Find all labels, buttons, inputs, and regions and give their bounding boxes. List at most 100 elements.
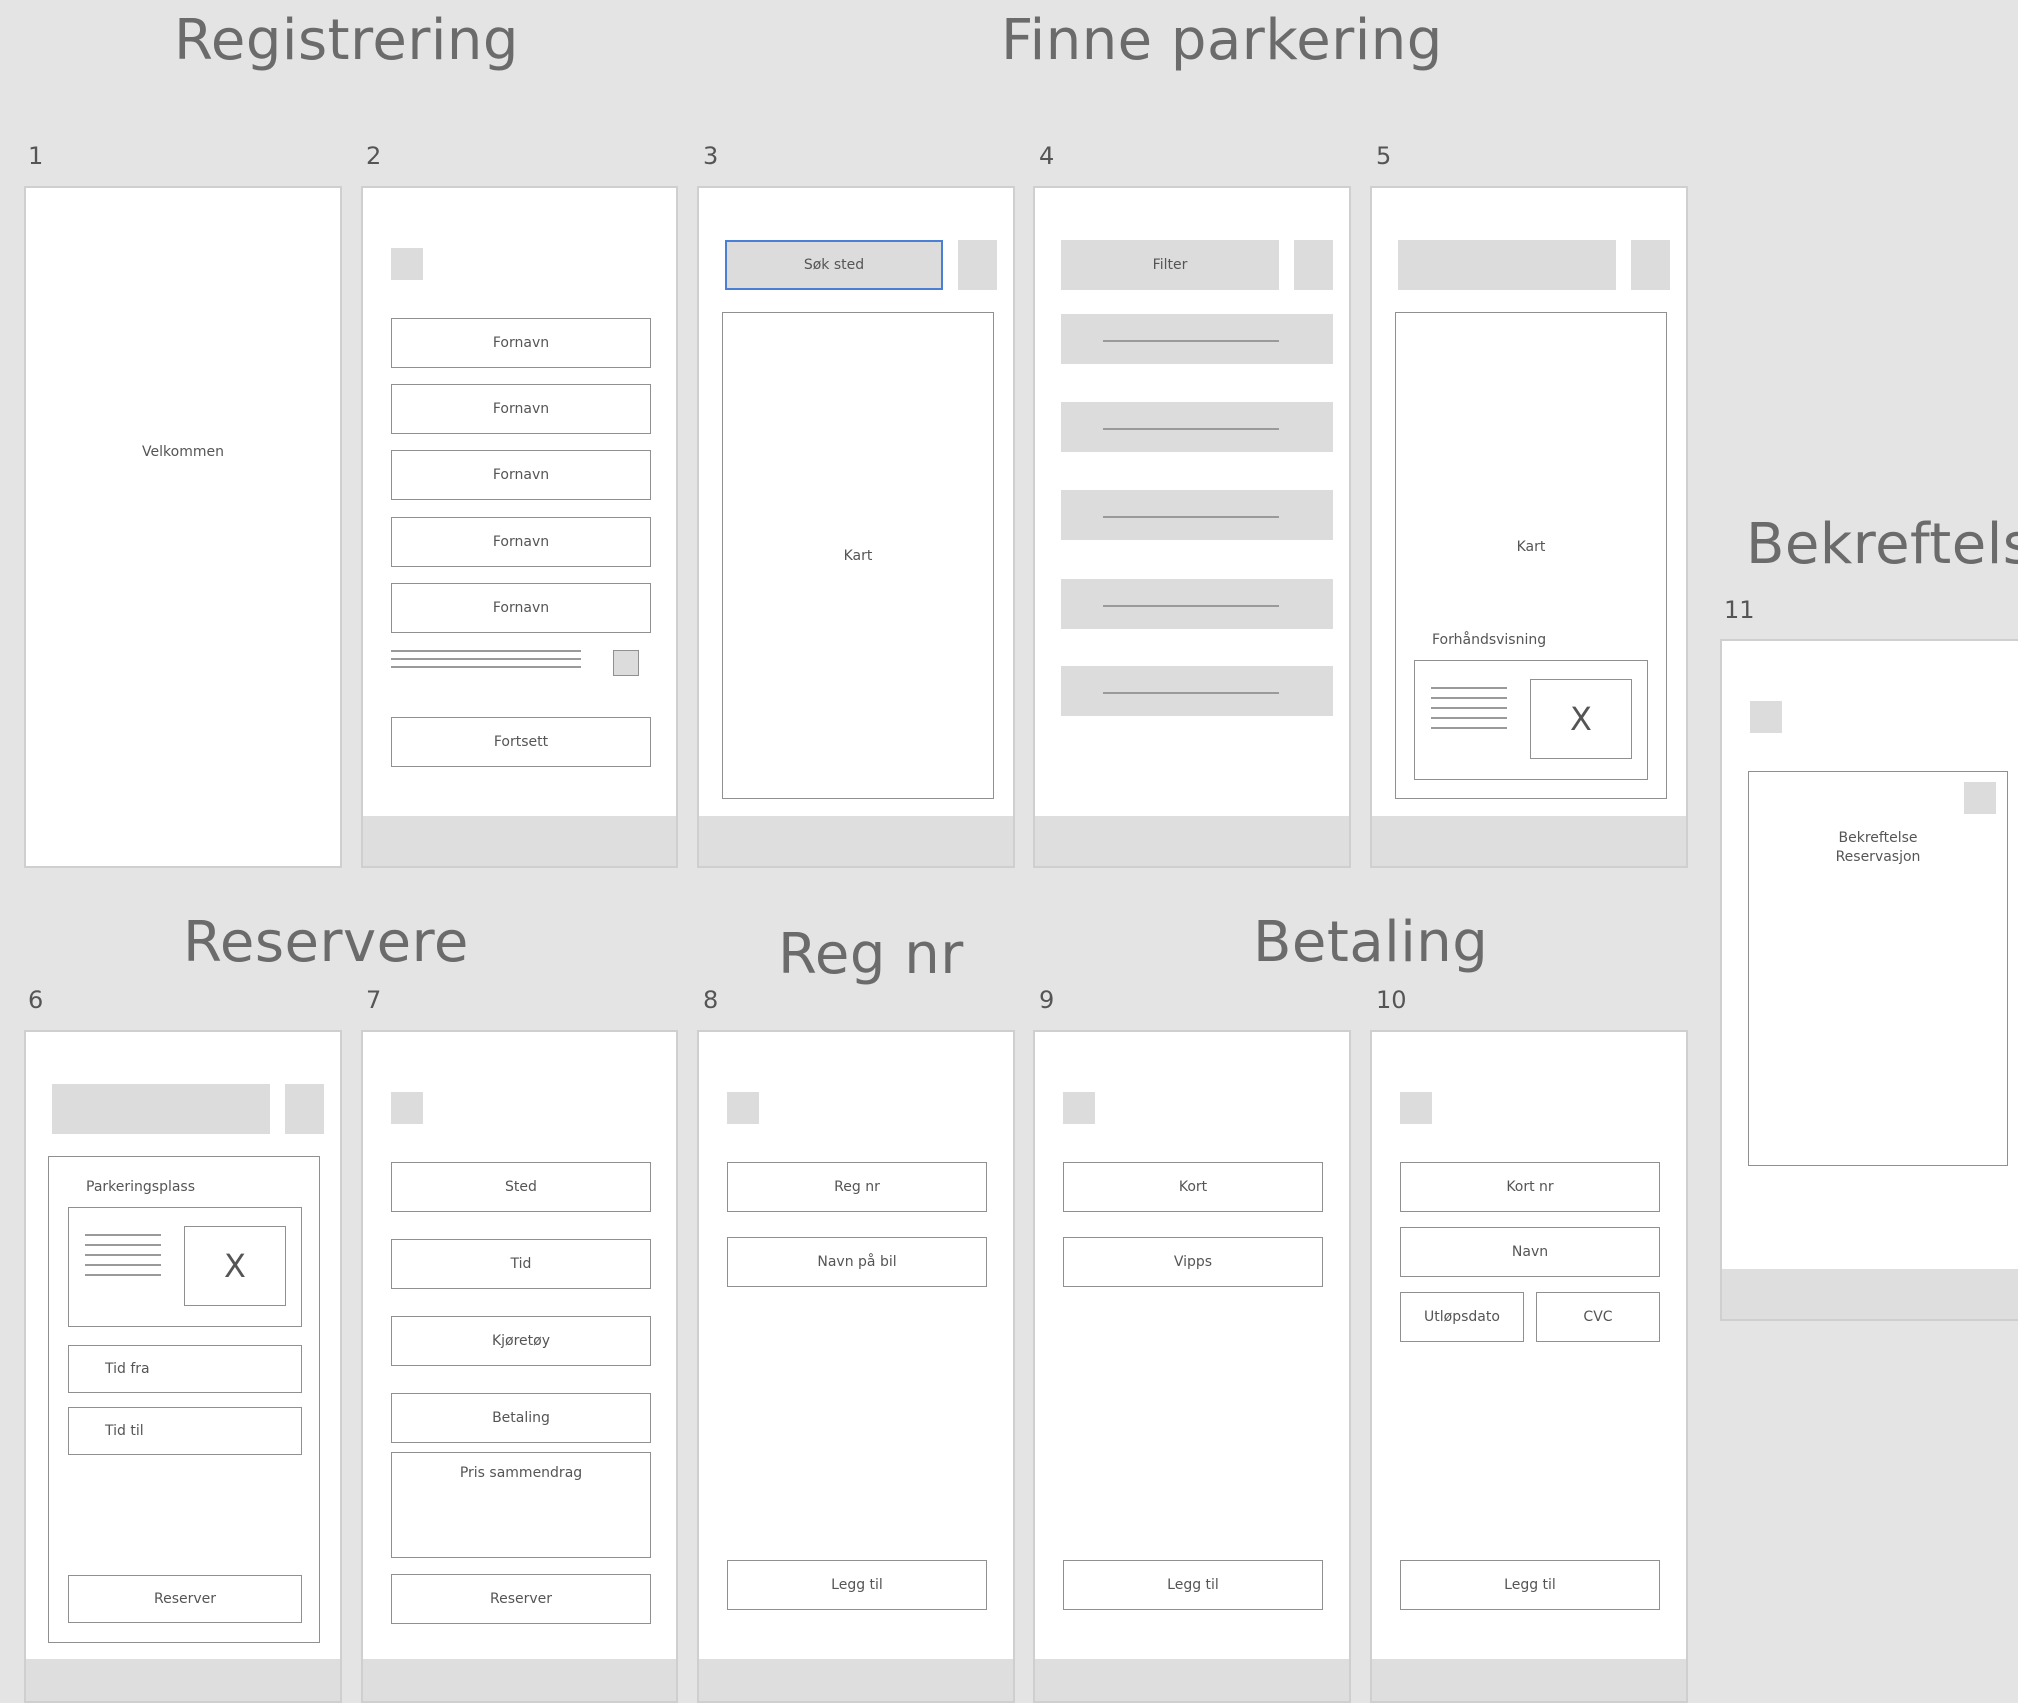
- image-placeholder-icon: X: [1530, 679, 1632, 759]
- expiry-date-field[interactable]: Utløpsdato: [1400, 1292, 1524, 1342]
- section-title-finne-parkering: Finne parkering: [1001, 8, 1443, 73]
- image-placeholder-icon: X: [184, 1226, 286, 1306]
- close-button[interactable]: [1964, 782, 1996, 814]
- frame-4-filter-list: Filter: [1033, 186, 1351, 868]
- back-button[interactable]: [727, 1092, 759, 1124]
- parking-spot-label: Parkeringsplass: [86, 1179, 196, 1195]
- back-button[interactable]: [1400, 1092, 1432, 1124]
- list-item[interactable]: [1061, 666, 1333, 716]
- bottom-bar: [1372, 816, 1686, 866]
- frame-number: 8: [703, 986, 719, 1014]
- map-area[interactable]: Kart Forhåndsvisning X: [1395, 312, 1667, 799]
- frame-number: 7: [366, 986, 382, 1014]
- card-number-field[interactable]: Kort nr: [1400, 1162, 1660, 1212]
- preview-text-line: [1431, 687, 1507, 689]
- spot-preview-card[interactable]: X: [68, 1207, 302, 1327]
- preview-text-line: [1431, 707, 1507, 709]
- logo-placeholder: [391, 248, 423, 280]
- filter-button[interactable]: Filter: [1061, 240, 1279, 290]
- menu-button[interactable]: [958, 240, 997, 290]
- back-button[interactable]: [1750, 701, 1782, 733]
- confirmation-subtitle: Reservasjon: [1835, 849, 1921, 865]
- frame-number: 10: [1376, 986, 1407, 1014]
- reserve-button[interactable]: Reserver: [391, 1574, 651, 1624]
- name-field[interactable]: Navn: [1400, 1227, 1660, 1277]
- map-label: Kart: [1516, 539, 1546, 555]
- search-bar-placeholder[interactable]: [1398, 240, 1616, 290]
- back-button[interactable]: [391, 1092, 423, 1124]
- frame-number: 3: [703, 142, 719, 170]
- time-to-field[interactable]: Tid til: [68, 1407, 302, 1455]
- preview-text-line: [1431, 717, 1507, 719]
- section-title-betaling: Betaling: [1253, 910, 1489, 975]
- search-bar-placeholder[interactable]: [52, 1084, 270, 1134]
- section-title-reservere: Reservere: [183, 910, 469, 975]
- terms-text-line: [391, 650, 581, 652]
- frame-7-reservation-summary: Sted Tid Kjøretøy Betaling Pris sammendr…: [361, 1030, 678, 1703]
- frame-number: 1: [28, 142, 44, 170]
- add-button[interactable]: Legg til: [1063, 1560, 1323, 1610]
- bottom-bar: [1722, 1269, 2018, 1319]
- frame-number: 6: [28, 986, 44, 1014]
- frame-6-reserve-spot: Parkeringsplass X Tid fra Tid til Reserv…: [24, 1030, 342, 1703]
- section-title-bekreftelse: Bekreftelse: [1746, 512, 2018, 577]
- bottom-bar: [26, 1659, 340, 1701]
- add-button[interactable]: Legg til: [727, 1560, 987, 1610]
- bottom-bar: [1035, 816, 1349, 866]
- frame-3-search-map: Søk sted Kart: [697, 186, 1015, 868]
- card-option[interactable]: Kort: [1063, 1162, 1323, 1212]
- time-field[interactable]: Tid: [391, 1239, 651, 1289]
- location-field[interactable]: Sted: [391, 1162, 651, 1212]
- frame-8-registration-number: Reg nr Navn på bil Legg til: [697, 1030, 1015, 1703]
- reg-nr-field[interactable]: Reg nr: [727, 1162, 987, 1212]
- list-item[interactable]: [1061, 314, 1333, 364]
- bottom-bar: [699, 816, 1013, 866]
- preview-text-line: [1431, 697, 1507, 699]
- list-item-line: [1103, 516, 1279, 518]
- first-name-field[interactable]: Fornavn: [391, 450, 651, 500]
- back-button[interactable]: [1063, 1092, 1095, 1124]
- terms-text-line: [391, 666, 581, 668]
- parking-spot-panel: Parkeringsplass X Tid fra Tid til Reserv…: [48, 1156, 320, 1643]
- section-title-reg-nr: Reg nr: [778, 922, 964, 987]
- vehicle-field[interactable]: Kjøretøy: [391, 1316, 651, 1366]
- frame-number: 4: [1039, 142, 1055, 170]
- preview-card[interactable]: X: [1414, 660, 1648, 780]
- menu-button[interactable]: [285, 1084, 324, 1134]
- preview-text-line: [85, 1274, 161, 1276]
- preview-text-line: [85, 1264, 161, 1266]
- list-item[interactable]: [1061, 579, 1333, 629]
- first-name-field[interactable]: Fornavn: [391, 384, 651, 434]
- map-area[interactable]: Kart: [722, 312, 994, 799]
- first-name-field[interactable]: Fornavn: [391, 517, 651, 567]
- time-from-field[interactable]: Tid fra: [68, 1345, 302, 1393]
- menu-button[interactable]: [1631, 240, 1670, 290]
- frame-2-registration-form: Fornavn Fornavn Fornavn Fornavn Fornavn …: [361, 186, 678, 868]
- car-name-field[interactable]: Navn på bil: [727, 1237, 987, 1287]
- confirmation-title: Bekreftelse: [1838, 830, 1918, 846]
- first-name-field[interactable]: Fornavn: [391, 318, 651, 368]
- terms-checkbox[interactable]: [613, 650, 639, 676]
- list-item-line: [1103, 340, 1279, 342]
- preview-text-line: [1431, 727, 1507, 729]
- bottom-bar: [363, 816, 676, 866]
- frame-number: 2: [366, 142, 382, 170]
- vipps-option[interactable]: Vipps: [1063, 1237, 1323, 1287]
- first-name-field[interactable]: Fornavn: [391, 583, 651, 633]
- list-item-line: [1103, 428, 1279, 430]
- price-summary-box: Pris sammendrag: [391, 1452, 651, 1558]
- menu-button[interactable]: [1294, 240, 1333, 290]
- search-location-input[interactable]: Søk sted: [725, 240, 943, 290]
- frame-9-payment-method: Kort Vipps Legg til: [1033, 1030, 1351, 1703]
- continue-button[interactable]: Fortsett: [391, 717, 651, 767]
- frame-1-welcome: Velkommen: [24, 186, 342, 868]
- list-item[interactable]: [1061, 402, 1333, 452]
- section-title-registrering: Registrering: [174, 8, 519, 73]
- payment-field[interactable]: Betaling: [391, 1393, 651, 1443]
- add-button[interactable]: Legg til: [1400, 1560, 1660, 1610]
- list-item[interactable]: [1061, 490, 1333, 540]
- reserve-button[interactable]: Reserver: [68, 1575, 302, 1623]
- frame-number: 9: [1039, 986, 1055, 1014]
- welcome-text: Velkommen: [142, 444, 224, 460]
- cvc-field[interactable]: CVC: [1536, 1292, 1660, 1342]
